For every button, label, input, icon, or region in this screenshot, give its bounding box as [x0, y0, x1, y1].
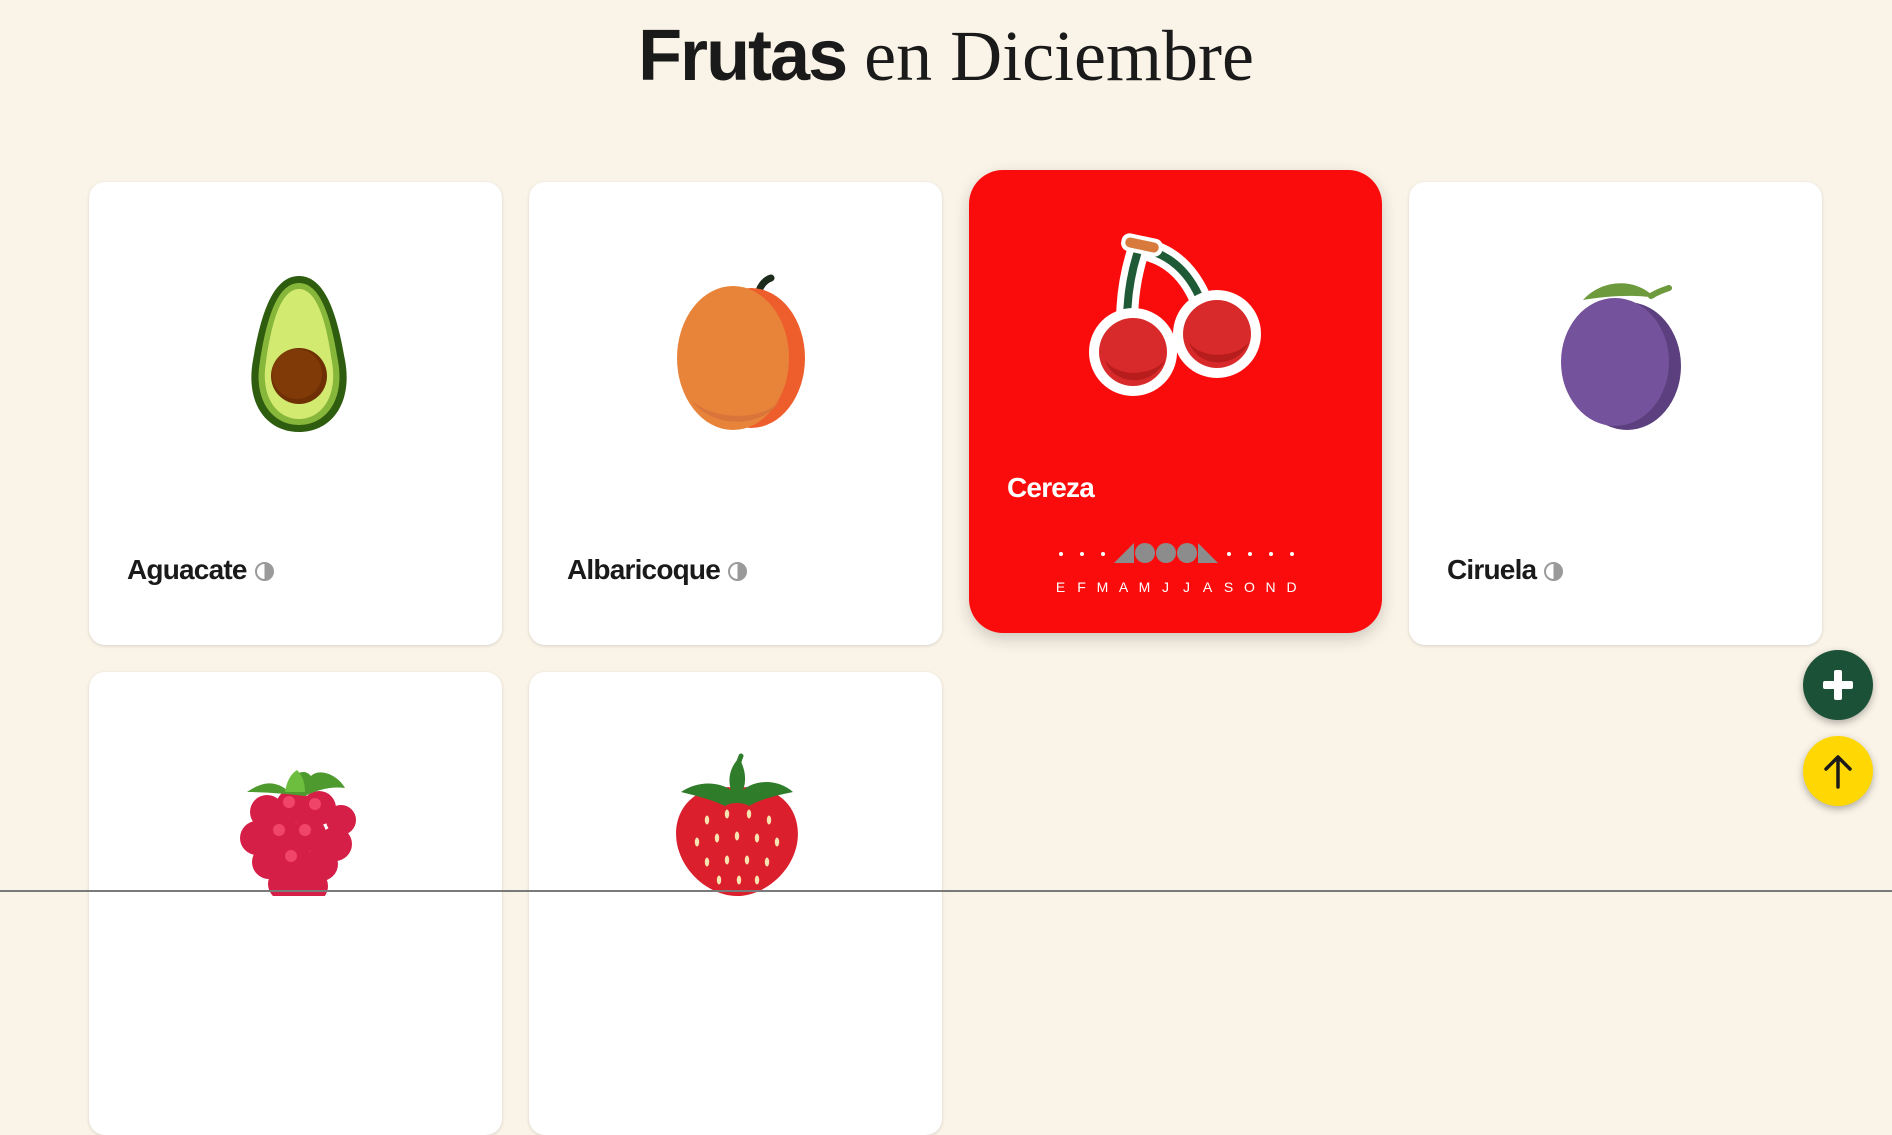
page-title-strong: Frutas [638, 16, 848, 96]
month-label: D [1286, 579, 1297, 595]
fruit-card-label: Aguacate [127, 554, 274, 586]
season-mark-peak [1177, 543, 1197, 563]
half-circle-icon [1544, 562, 1564, 581]
fruit-card-albaricoque[interactable]: Albaricoque [529, 182, 942, 645]
season-mark-peak [1135, 543, 1155, 563]
season-mark-end [1198, 543, 1218, 563]
cherry-icon [1089, 233, 1261, 396]
half-circle-icon [254, 562, 274, 581]
fruit-card-aguacate[interactable]: Aguacate [89, 182, 502, 645]
strawberry-icon [676, 753, 798, 896]
month-label: M [1097, 579, 1110, 595]
fruit-name: Cereza [1007, 472, 1095, 503]
fruit-name: Ciruela [1447, 554, 1537, 585]
page-title-rest: en Diciembre [846, 16, 1254, 96]
month-label: M [1139, 579, 1152, 595]
season-mark-none [1059, 552, 1063, 556]
season-mark-peak [1156, 543, 1176, 563]
fruit-card-label: Albaricoque [567, 554, 748, 586]
month-label: N [1265, 579, 1276, 595]
plus-icon [1823, 670, 1853, 700]
add-button[interactable] [1803, 650, 1873, 720]
fruit-card-label: Ciruela [1447, 554, 1564, 586]
month-label: J [1183, 579, 1191, 595]
page-title: Frutas en Diciembre [0, 10, 1892, 102]
fruit-card-cereza[interactable]: Cereza EFMAMJJASOND [969, 170, 1382, 633]
season-mark-none [1101, 552, 1105, 556]
season-chart: EFMAMJJASOND [1056, 543, 1297, 595]
season-mark-none [1269, 552, 1273, 556]
arrow-up-icon [1824, 755, 1852, 789]
month-label: A [1203, 579, 1213, 595]
season-mark-start [1114, 543, 1134, 563]
scroll-to-top-button[interactable] [1803, 736, 1873, 806]
fruit-name: Aguacate [127, 554, 247, 585]
month-label: J [1162, 579, 1170, 595]
fruit-name: Albaricoque [567, 554, 721, 585]
month-label: O [1244, 579, 1256, 595]
season-mark-none [1227, 552, 1231, 556]
season-mark-none [1080, 552, 1084, 556]
avocado-icon [251, 276, 347, 432]
month-label: E [1056, 579, 1066, 595]
plum-icon [1561, 283, 1681, 430]
month-label: S [1224, 579, 1234, 595]
apricot-icon [677, 274, 805, 430]
half-circle-icon [728, 562, 748, 581]
raspberry-icon [240, 770, 356, 896]
fruit-card-frambuesa[interactable] [89, 672, 502, 1135]
season-mark-none [1290, 552, 1294, 556]
month-label: A [1119, 579, 1129, 595]
fruit-card-fresa[interactable] [529, 672, 942, 1135]
month-label: F [1077, 579, 1087, 595]
fruit-card-ciruela[interactable]: Ciruela [1409, 182, 1822, 645]
season-mark-none [1248, 552, 1252, 556]
